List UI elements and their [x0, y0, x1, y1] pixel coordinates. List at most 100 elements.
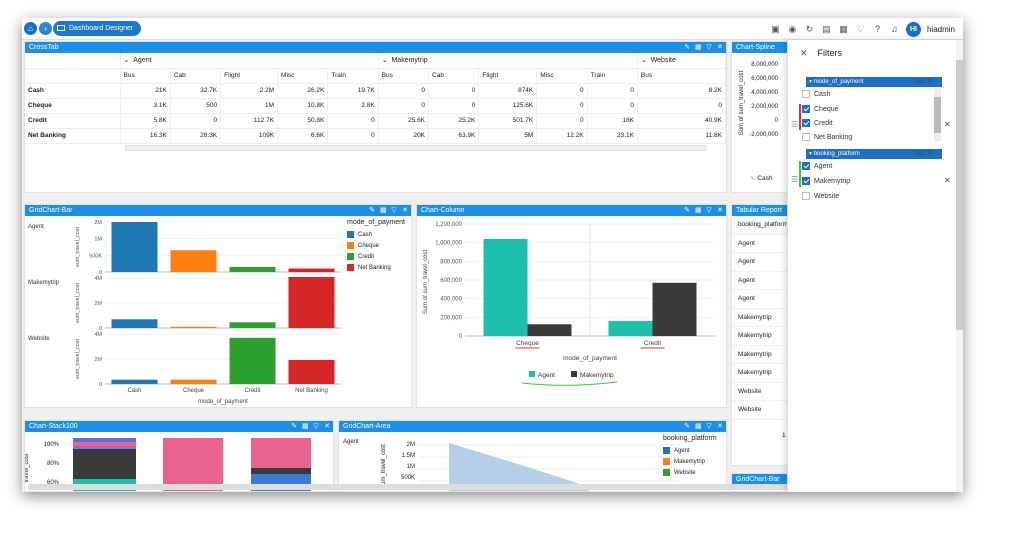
- filter-option[interactable]: Net Banking: [802, 133, 852, 141]
- filter-option[interactable]: Credit: [802, 119, 833, 127]
- column-header[interactable]: Misc: [277, 68, 329, 84]
- bulb-icon[interactable]: ♡: [855, 24, 866, 35]
- filter-scrollbar[interactable]: [934, 89, 941, 141]
- bar[interactable]: [111, 379, 158, 384]
- legend-swatch[interactable]: [571, 371, 577, 377]
- pin-icon[interactable]: ✎: [684, 42, 690, 53]
- table-icon[interactable]: ▦: [302, 421, 309, 432]
- pin-icon[interactable]: ✎: [369, 205, 375, 216]
- drawer-scrollbar[interactable]: [956, 40, 963, 492]
- legend-item[interactable]: Cash: [347, 231, 405, 238]
- legend-item[interactable]: Agent: [663, 447, 717, 454]
- bar[interactable]: [288, 277, 335, 328]
- bar[interactable]: [229, 267, 276, 272]
- group-header[interactable]: ⌄ Agent: [120, 53, 379, 69]
- filter-option[interactable]: Cash: [802, 90, 830, 98]
- bar[interactable]: [111, 319, 158, 328]
- drag-handle-icon[interactable]: ☰: [791, 175, 798, 184]
- preview-eye-icon[interactable]: ◉: [787, 24, 798, 35]
- bar[interactable]: [527, 324, 572, 336]
- checkbox[interactable]: [802, 90, 810, 98]
- table-icon[interactable]: ▦: [695, 421, 702, 432]
- drag-handle-icon[interactable]: ☰: [791, 120, 798, 129]
- select-all-link[interactable]: ALL ⚲: [916, 150, 933, 157]
- checkbox[interactable]: [802, 119, 810, 127]
- column-header[interactable]: Bus: [637, 68, 726, 84]
- legend-item[interactable]: Website: [663, 469, 717, 476]
- bar[interactable]: [170, 250, 217, 272]
- pin-icon[interactable]: ✎: [684, 421, 690, 432]
- filter-icon[interactable]: ▽: [391, 205, 397, 216]
- close-icon[interactable]: ✕: [717, 42, 723, 53]
- checkbox[interactable]: [802, 105, 810, 113]
- table-icon[interactable]: ▦: [695, 205, 702, 216]
- close-icon[interactable]: ✕: [717, 421, 723, 432]
- breadcrumb-dashboard-designer[interactable]: Dashboard Designer: [53, 21, 142, 36]
- column-header[interactable]: Train: [327, 68, 379, 84]
- column-header[interactable]: Bus: [378, 68, 430, 84]
- filter-option[interactable]: Makemytrip: [802, 177, 850, 185]
- group-header[interactable]: ⌄ Makemytrip: [378, 53, 638, 69]
- help-icon[interactable]: ?: [872, 24, 883, 34]
- checkbox[interactable]: [802, 192, 810, 200]
- avatar[interactable]: HI: [905, 21, 921, 37]
- bar[interactable]: [483, 238, 528, 336]
- legend-item[interactable]: Net Banking: [347, 264, 405, 271]
- user-name[interactable]: hiadmin: [927, 25, 955, 34]
- close-icon[interactable]: ✕: [717, 205, 723, 216]
- bell-icon[interactable]: ♫: [889, 24, 900, 34]
- layout-icon[interactable]: ▤: [821, 24, 832, 35]
- search-icon[interactable]: ⚲: [928, 151, 932, 157]
- legend-item[interactable]: Makemytrip: [663, 458, 717, 465]
- column-header[interactable]: Cab: [170, 68, 222, 84]
- filter-option[interactable]: Cheque: [802, 105, 839, 113]
- legend-item[interactable]: ∿ Cash: [750, 174, 772, 182]
- close-icon[interactable]: ✕: [324, 421, 330, 432]
- checkbox[interactable]: [802, 162, 810, 170]
- column-header[interactable]: Misc: [536, 68, 588, 84]
- search-icon[interactable]: ⚲: [928, 79, 932, 85]
- bar[interactable]: [229, 337, 276, 384]
- remove-filter-icon[interactable]: ✕: [944, 176, 951, 185]
- legend-swatch[interactable]: [529, 371, 535, 377]
- close-icon[interactable]: ✕: [800, 48, 808, 58]
- pin-icon[interactable]: ✎: [291, 421, 297, 432]
- filter-option[interactable]: Website: [802, 192, 839, 200]
- group-header[interactable]: ⌄ Website: [637, 53, 726, 69]
- checkbox[interactable]: [802, 133, 810, 141]
- filter-icon[interactable]: ▽: [706, 421, 712, 432]
- bar[interactable]: [288, 268, 335, 272]
- bar[interactable]: [111, 222, 158, 272]
- horizontal-scrollbar[interactable]: [125, 145, 706, 151]
- bar[interactable]: [288, 359, 335, 384]
- bar[interactable]: [652, 282, 697, 336]
- pager[interactable]: 1: [782, 432, 786, 439]
- remove-filter-icon[interactable]: ✕: [944, 120, 951, 129]
- column-header[interactable]: Flight: [220, 68, 279, 84]
- bar[interactable]: [608, 321, 653, 336]
- table-icon[interactable]: ▦: [695, 42, 702, 53]
- bar[interactable]: [229, 322, 276, 328]
- bar[interactable]: [170, 379, 217, 384]
- filter-icon[interactable]: ▽: [706, 42, 712, 53]
- select-all-link[interactable]: ALL ⚲: [916, 78, 933, 85]
- column-header[interactable]: Cab: [428, 68, 480, 84]
- home-icon[interactable]: ⌂: [24, 22, 37, 35]
- legend-item[interactable]: Credit: [347, 253, 405, 260]
- filter-option[interactable]: Agent: [802, 162, 832, 170]
- column-header[interactable]: Train: [587, 68, 638, 84]
- table-icon[interactable]: ▦: [380, 205, 387, 216]
- close-icon[interactable]: ✕: [402, 205, 408, 216]
- filter-icon[interactable]: ▽: [706, 205, 712, 216]
- column-header[interactable]: Bus: [120, 68, 171, 84]
- save-icon[interactable]: ▣: [770, 24, 781, 35]
- pin-icon[interactable]: ✎: [684, 205, 690, 216]
- legend-item[interactable]: Cheque: [347, 242, 405, 249]
- refresh-icon[interactable]: ↻: [804, 24, 815, 35]
- column-header[interactable]: Flight: [478, 68, 538, 84]
- checkbox[interactable]: [802, 177, 810, 185]
- chevron-right-icon[interactable]: ›: [39, 22, 52, 35]
- grid-layout-icon[interactable]: ▦: [838, 24, 849, 35]
- filter-icon[interactable]: ▽: [313, 421, 319, 432]
- bar[interactable]: [170, 326, 217, 328]
